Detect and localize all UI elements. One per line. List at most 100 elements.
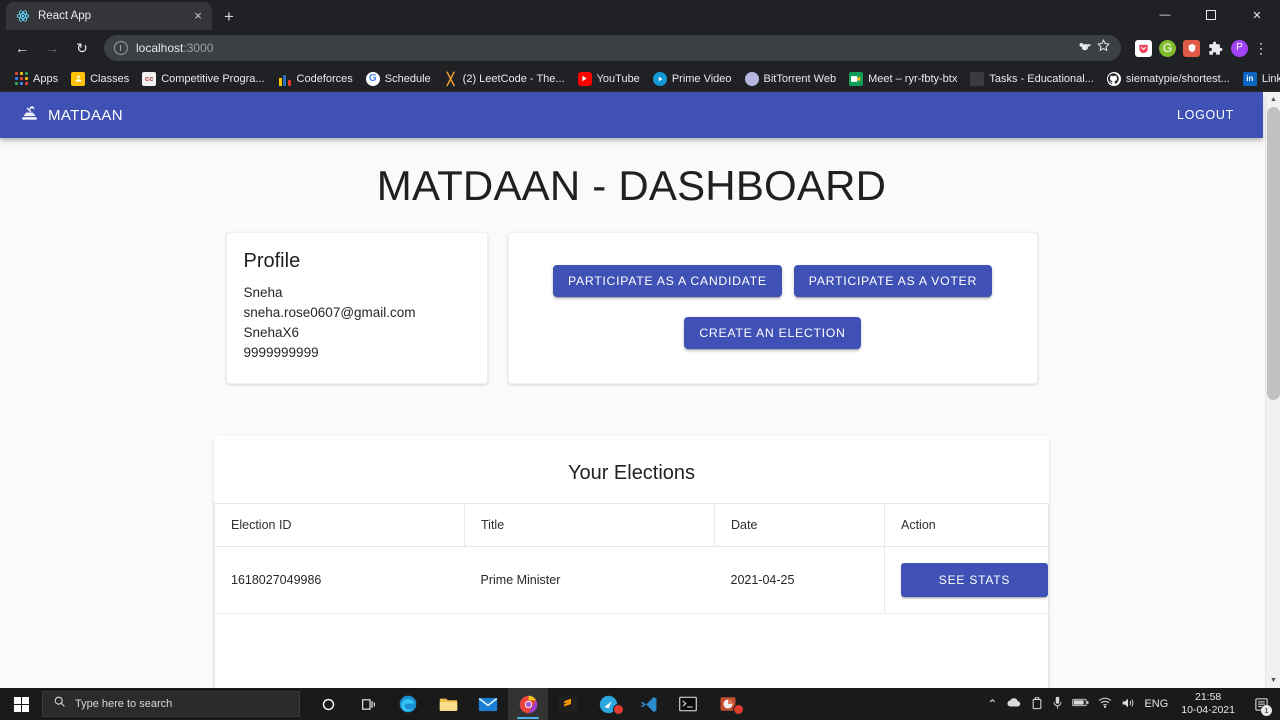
bookmark-bittorrent-web[interactable]: BitTorrent Web: [739, 69, 843, 89]
file-explorer-icon[interactable]: [428, 688, 468, 720]
bookmark-github[interactable]: siematypie/shortest...: [1101, 69, 1236, 89]
bookmark-codeforces[interactable]: Codeforces: [272, 69, 359, 89]
navigation-toolbar: ← → ↻ localhost:3000 G P ⋮: [0, 30, 1280, 66]
window-controls: — ✕: [1142, 0, 1280, 30]
github-icon: [1106, 71, 1121, 86]
notifications-button[interactable]: 1: [1248, 688, 1274, 720]
bookmark-label: (2) LeetCode - The...: [462, 72, 565, 85]
safely-remove-icon[interactable]: [1031, 696, 1043, 713]
command-prompt-icon[interactable]: [668, 688, 708, 720]
microsoft-edge-icon[interactable]: [388, 688, 428, 720]
browser-menu-icon[interactable]: ⋮: [1250, 41, 1272, 55]
clock-time: 21:58: [1195, 691, 1222, 703]
close-window-icon[interactable]: ✕: [1234, 0, 1280, 30]
bookmark-apps[interactable]: Apps: [8, 69, 64, 89]
column-title: Title: [464, 503, 715, 547]
bittorrent-icon: [744, 71, 759, 86]
scroll-up-icon[interactable]: ▲: [1266, 92, 1280, 107]
vs-code-icon[interactable]: [628, 688, 668, 720]
grammarly-extension-icon[interactable]: G: [1159, 39, 1176, 57]
logout-button[interactable]: LOGOUT: [1168, 101, 1243, 129]
reload-icon[interactable]: ↻: [68, 34, 96, 62]
table-head: Election ID Title Date Action: [214, 503, 1049, 547]
language-indicator[interactable]: ENG: [1144, 698, 1168, 710]
close-icon[interactable]: ×: [190, 8, 206, 24]
maximize-icon[interactable]: [1188, 0, 1234, 30]
bookmark-label: Competitive Progra...: [161, 72, 265, 85]
minimize-icon[interactable]: —: [1142, 0, 1188, 30]
key-icon[interactable]: [1077, 38, 1092, 58]
sublime-text-icon[interactable]: [548, 688, 588, 720]
notification-count: 1: [1261, 705, 1272, 716]
cortana-icon[interactable]: [308, 688, 348, 720]
bookmark-label: Apps: [33, 72, 59, 85]
back-icon[interactable]: ←: [8, 34, 36, 62]
bookmark-label: Classes: [90, 72, 130, 85]
extension-icons: G P: [1129, 39, 1248, 57]
chrome-icon[interactable]: [508, 688, 548, 720]
bookmark-leetcode[interactable]: ╳ (2) LeetCode - The...: [438, 69, 571, 89]
mail-icon[interactable]: [468, 688, 508, 720]
bookmark-prime-video[interactable]: Prime Video: [647, 69, 738, 89]
tab-strip: React App × + — ✕: [0, 0, 1280, 30]
bookmark-tasks[interactable]: Tasks - Educational...: [964, 69, 1100, 89]
profile-username: SnehaX6: [243, 325, 300, 340]
adblock-extension-icon[interactable]: [1183, 39, 1200, 57]
meet-icon: [849, 71, 864, 86]
forward-icon[interactable]: →: [38, 34, 66, 62]
bookmark-label: Meet – ryr-fbty-btx: [868, 72, 958, 85]
bookmark-label: Codeforces: [296, 72, 353, 85]
profile-card: Profile Sneha sneha.rose0607@gmail.com S…: [225, 232, 488, 384]
url-text: localhost:3000: [136, 41, 213, 55]
browser-tab[interactable]: React App ×: [6, 2, 212, 30]
page-scrollbar[interactable]: ▲ ▼: [1265, 92, 1280, 688]
address-bar[interactable]: localhost:3000: [104, 35, 1121, 61]
see-stats-button[interactable]: SEE STATS: [901, 563, 1048, 597]
new-tab-button[interactable]: +: [216, 4, 242, 30]
omnibox-actions: [1077, 38, 1111, 58]
start-button[interactable]: [0, 688, 42, 720]
elections-card: Your Elections Election ID Title Date Ac…: [214, 436, 1049, 688]
onedrive-icon[interactable]: [1006, 697, 1022, 711]
microphone-icon[interactable]: [1052, 696, 1063, 713]
table-empty-space: [214, 614, 1049, 688]
battery-icon[interactable]: [1072, 697, 1089, 711]
notification-badge: [613, 704, 624, 715]
taskbar-search[interactable]: Type here to search: [42, 691, 300, 717]
participate-as-voter-button[interactable]: PARTICIPATE AS A VOTER: [793, 265, 993, 297]
powerpoint-icon[interactable]: [708, 688, 748, 720]
scroll-down-icon[interactable]: ▼: [1266, 673, 1280, 688]
site-info-icon[interactable]: [114, 41, 128, 55]
cell-election-id: 1618027049986: [214, 546, 465, 614]
table-row: 1618027049986 Prime Minister 2021-04-25 …: [214, 546, 1049, 614]
react-icon: [16, 9, 30, 23]
apps-grid-icon: [14, 72, 28, 86]
bookmark-youtube[interactable]: YouTube: [572, 69, 646, 89]
create-an-election-button[interactable]: CREATE AN ELECTION: [684, 317, 861, 349]
bookmark-classes[interactable]: Classes: [65, 69, 135, 89]
clock[interactable]: 21:58 10-04-2021: [1177, 691, 1239, 717]
bookmark-schedule[interactable]: G Schedule: [360, 69, 437, 89]
chrome-alt-icon[interactable]: [588, 688, 628, 720]
participate-as-candidate-button[interactable]: PARTICIPATE AS A CANDIDATE: [552, 265, 782, 297]
tasks-icon: [970, 71, 985, 86]
table-body: 1618027049986 Prime Minister 2021-04-25 …: [214, 546, 1049, 614]
column-action: Action: [884, 503, 1049, 547]
puzzle-extensions-icon[interactable]: [1207, 40, 1224, 57]
volume-icon[interactable]: [1121, 697, 1135, 712]
scrollbar-thumb[interactable]: [1267, 107, 1280, 400]
profile-avatar-p[interactable]: P: [1231, 39, 1248, 57]
how-to-vote-icon: [20, 103, 39, 127]
star-icon[interactable]: [1096, 38, 1111, 58]
bookmark-linkedin[interactable]: in LinkedIn: [1237, 69, 1280, 89]
bookmark-competitive-programming[interactable]: cc Competitive Progra...: [136, 69, 270, 89]
elections-heading: Your Elections: [567, 462, 696, 484]
bookmarks-bar: Apps Classes cc Competitive Progra... Co…: [0, 66, 1280, 92]
bookmark-meet[interactable]: Meet – ryr-fbty-btx: [843, 69, 963, 89]
wifi-icon[interactable]: [1098, 697, 1112, 711]
brand[interactable]: MATDAAN: [20, 103, 123, 127]
tray-chevron-icon[interactable]: ⌃: [987, 697, 997, 711]
bookmark-label: LinkedIn: [1261, 72, 1280, 85]
pocket-extension-icon[interactable]: [1135, 39, 1152, 57]
task-view-icon[interactable]: [348, 688, 388, 720]
